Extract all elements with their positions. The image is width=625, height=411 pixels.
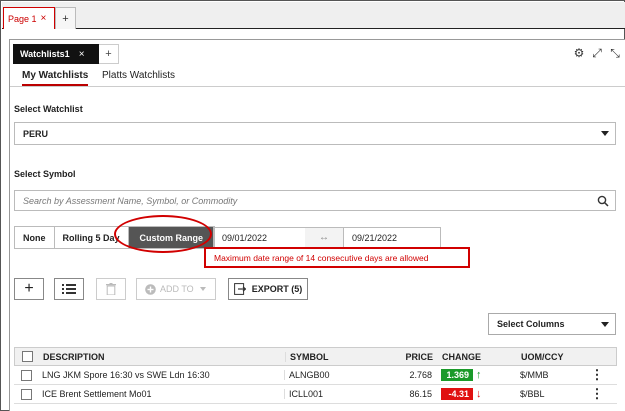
tab-watchlists1-label: Watchlists1	[20, 49, 70, 59]
row-symbol: ALNGB00	[284, 370, 366, 380]
row-description: LNG JKM Spore 16:30 vs SWE Ldn 16:30	[42, 370, 210, 380]
add-watchlist-tab-button[interactable]: +	[99, 44, 119, 64]
watchlist-panel: Watchlists1 × + ⚙ ⤢ ⤡ My Watchlists Plat…	[9, 39, 625, 411]
tab-page-1-label: Page 1	[8, 13, 37, 24]
range-none-button[interactable]: None	[15, 227, 55, 248]
list-icon	[62, 284, 76, 294]
select-all-checkbox[interactable]	[21, 351, 33, 362]
search-icon[interactable]	[597, 195, 609, 207]
export-button[interactable]: EXPORT (5)	[228, 278, 308, 300]
tab-watchlists1[interactable]: Watchlists1 ×	[13, 44, 99, 64]
list-view-button[interactable]	[54, 278, 84, 300]
change-badge: -4.31	[441, 388, 473, 400]
row-uom: $/MMB	[520, 370, 549, 380]
row-menu-icon[interactable]: ⋮	[582, 367, 612, 383]
chevron-down-icon	[601, 131, 609, 136]
header-description[interactable]: DESCRIPTION	[39, 352, 285, 362]
close-icon[interactable]: ×	[79, 49, 85, 60]
add-to-button[interactable]: ADD TO	[136, 278, 216, 300]
arrow-up-icon: ↑	[476, 369, 482, 381]
row-symbol: ICLL001	[284, 389, 366, 399]
watchlist-subtabs: My Watchlists Platts Watchlists	[10, 66, 625, 87]
date-range-arrow-icon: ↔	[305, 227, 343, 248]
add-page-tab-button[interactable]: +	[55, 7, 76, 29]
table-header: DESCRIPTION SYMBOL PRICE CHANGE UOM/CCY	[14, 347, 617, 366]
symbol-search-placeholder: Search by Assessment Name, Symbol, or Co…	[23, 195, 238, 206]
date-range-error-message: Maximum date range of 14 consecutive day…	[204, 247, 470, 268]
close-icon[interactable]: ×	[41, 13, 47, 24]
row-price: 86.15	[409, 389, 432, 399]
tab-platts-watchlists[interactable]: Platts Watchlists	[102, 70, 175, 81]
select-symbol-label: Select Symbol	[14, 169, 76, 179]
select-watchlist-label: Select Watchlist	[14, 104, 83, 114]
row-description: ICE Brent Settlement Mo01	[42, 389, 152, 399]
export-label: EXPORT (5)	[251, 284, 303, 294]
plus-circle-icon	[145, 283, 156, 295]
header-uom[interactable]: UOM/CCY	[517, 352, 583, 362]
select-columns-label: Select Columns	[497, 319, 565, 329]
header-price[interactable]: PRICE	[367, 352, 437, 362]
delete-button[interactable]	[96, 278, 126, 300]
header-change[interactable]: CHANGE	[437, 352, 517, 362]
table-row[interactable]: LNG JKM Spore 16:30 vs SWE Ldn 16:30 ALN…	[14, 366, 617, 385]
tab-page-1[interactable]: Page 1 ×	[3, 7, 55, 29]
chevron-down-icon	[199, 287, 206, 291]
trash-icon	[106, 283, 116, 295]
watchlist-select[interactable]: PERU	[14, 122, 616, 145]
symbol-search-input[interactable]: Search by Assessment Name, Symbol, or Co…	[14, 190, 616, 211]
row-change: 1.369 ↑	[436, 369, 516, 381]
header-symbol[interactable]: SYMBOL	[285, 351, 367, 362]
start-date-input[interactable]: 09/01/2022	[213, 227, 306, 248]
add-symbol-button[interactable]: +	[14, 278, 44, 300]
panel-window-controls: ⚙ ⤢ ⤡	[572, 46, 622, 60]
plus-icon: +	[24, 280, 34, 297]
tab-my-watchlists[interactable]: My Watchlists	[22, 70, 89, 86]
expand-icon[interactable]: ⤢	[590, 46, 604, 60]
custom-range-highlight	[114, 215, 212, 253]
row-price: 2.768	[409, 370, 432, 380]
row-menu-icon[interactable]: ⋮	[582, 386, 612, 402]
change-badge: 1.369	[441, 369, 473, 381]
row-change: -4.31 ↓	[436, 388, 516, 400]
select-columns-dropdown[interactable]: Select Columns	[488, 313, 616, 335]
end-date-input[interactable]: 09/21/2022	[343, 227, 441, 248]
add-to-label: ADD TO	[160, 284, 194, 294]
row-uom: $/BBL	[520, 389, 545, 399]
row-checkbox[interactable]	[20, 369, 32, 381]
chevron-down-icon	[601, 322, 609, 327]
watchlist-table: DESCRIPTION SYMBOL PRICE CHANGE UOM/CCY …	[14, 347, 617, 404]
gear-icon[interactable]: ⚙	[572, 46, 586, 60]
export-icon	[233, 283, 246, 295]
table-row[interactable]: ICE Brent Settlement Mo01 ICLL001 86.15 …	[14, 385, 617, 404]
row-checkbox[interactable]	[20, 388, 32, 400]
page-tab-strip: Page 1 × +	[2, 2, 625, 29]
collapse-icon[interactable]: ⤡	[608, 46, 622, 60]
app-frame: Page 1 × + Watchlists1 × + ⚙ ⤢ ⤡ My Watc…	[0, 0, 625, 411]
watchlist-selected-value: PERU	[23, 128, 49, 139]
arrow-down-icon: ↓	[476, 388, 482, 400]
